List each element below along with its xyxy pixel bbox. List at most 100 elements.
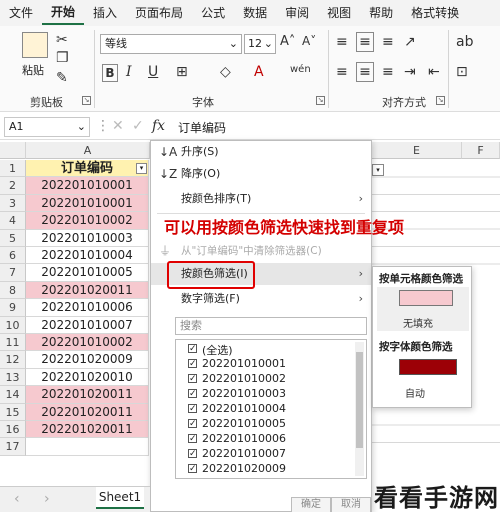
scrollbar-thumb[interactable] [356,352,363,448]
table-cell[interactable]: 202201020010 [26,368,149,387]
checkbox-checked-icon[interactable]: ✓ [188,419,197,429]
italic-icon[interactable]: I [126,64,132,80]
checklist-item-label[interactable]: 202201010005 [202,417,286,430]
align-launcher-icon[interactable]: ↘ [436,96,445,105]
sheet-tab-sheet1[interactable]: Sheet1 [96,487,144,509]
menu-data[interactable]: 数据 [234,0,276,26]
font-launcher-icon[interactable]: ↘ [316,96,325,105]
menu-file[interactable]: 文件 [0,0,42,26]
copy-icon[interactable]: ❐ [56,50,69,66]
table-cell[interactable] [26,438,149,456]
phonetic-icon[interactable]: wén [290,64,311,75]
outdent-icon[interactable]: ⇤ [428,64,440,80]
checkbox-checked-icon[interactable]: ✓ [188,404,197,414]
font-name-select[interactable]: 等线 ⌄ [100,34,242,54]
checkbox-checked-icon[interactable]: ✓ [188,389,197,399]
column-header-f[interactable]: F [462,142,500,159]
checkbox-checked-icon[interactable]: ✓ [188,374,197,384]
row-header[interactable]: 14 [0,386,26,404]
align-bottom-icon[interactable]: ≡ [382,34,394,50]
table-cell[interactable]: 202201020011 [26,421,149,439]
checklist-item-label[interactable]: 202201010007 [202,447,286,460]
format-painter-icon[interactable]: ✎ [56,70,68,86]
cell-color-swatch[interactable] [399,290,453,306]
sort-by-color-item[interactable]: 按颜色排序(T) › [151,188,371,210]
row-header[interactable]: 13 [0,368,26,387]
row-header[interactable]: 12 [0,351,26,369]
row-header[interactable]: 4 [0,212,26,230]
checklist-item-label[interactable]: 202201020009 [202,462,286,475]
checkbox-checked-icon[interactable]: ✓ [188,359,197,369]
checkbox-checked-icon[interactable]: ✓ [188,344,197,354]
row-header[interactable]: 8 [0,281,26,300]
cancel-icon[interactable]: ✕ [112,118,124,134]
indent-icon[interactable]: ⇥ [404,64,416,80]
table-cell[interactable]: 202201020009 [26,351,149,369]
font-size-select[interactable]: 12 ⌄ [244,34,276,54]
wrap-text-icon[interactable]: ab [456,34,473,50]
table-cell[interactable]: 202201010004 [26,247,149,265]
sort-descending-item[interactable]: ↓Z 降序(O) [151,163,371,185]
bold-icon[interactable]: B [102,64,118,82]
cut-icon[interactable]: ✂ [56,32,68,48]
checkbox-checked-icon[interactable]: ✓ [188,464,197,474]
border-icon[interactable]: ⊞ [176,64,188,80]
filter-dropdown-icon[interactable]: ▾ [372,164,384,176]
menu-review[interactable]: 审阅 [276,0,318,26]
row-header[interactable]: 7 [0,264,26,282]
column-header-e[interactable]: E [372,142,462,159]
align-left-icon[interactable]: ≡ [336,64,348,80]
menu-home[interactable]: 开始 [42,1,85,25]
filter-dropdown-icon[interactable]: ▾ [136,163,147,174]
table-cell[interactable]: 202201010005 [26,264,149,282]
orientation-icon[interactable]: ↗ [404,34,416,50]
table-cell[interactable]: 202201010002 [26,212,149,230]
header-cell[interactable]: 订单编码 [26,160,149,178]
row-header[interactable]: 16 [0,421,26,439]
checklist-item-label[interactable]: 202201010004 [202,402,286,415]
sort-ascending-item[interactable]: ↓A 升序(S) [151,141,371,163]
table-cell[interactable]: 202201020011 [26,386,149,404]
row-header[interactable]: 5 [0,229,26,247]
row-header[interactable]: 2 [0,177,26,195]
align-center-icon[interactable]: ≡ [356,62,374,82]
table-cell[interactable]: 202201010003 [26,229,149,247]
column-header-a[interactable]: A [26,142,150,159]
underline-icon[interactable]: U [148,64,158,80]
table-cell[interactable]: 202201010002 [26,334,149,352]
prev-sheet-icon[interactable]: ‹ [14,491,20,507]
paste-icon[interactable] [22,32,48,58]
clipboard-launcher-icon[interactable]: ↘ [82,96,91,105]
row-header[interactable]: 15 [0,403,26,421]
menu-insert[interactable]: 插入 [84,0,126,26]
menu-format-convert[interactable]: 格式转换 [402,0,468,26]
font-color-swatch[interactable] [399,359,457,375]
clear-filter-item[interactable]: ⏚ 从"订单编码"中清除筛选器(C) [151,240,371,262]
scrollbar[interactable] [355,342,364,476]
menu-view[interactable]: 视图 [318,0,360,26]
number-filter-item[interactable]: 数字筛选(F) › [151,288,371,310]
fx-icon[interactable]: fx [152,118,165,134]
ok-button[interactable]: 确定 [291,497,331,512]
cancel-button[interactable]: 取消 [331,497,371,512]
table-cell[interactable]: 202201020011 [26,281,149,300]
table-cell[interactable]: 202201010007 [26,316,149,334]
next-sheet-icon[interactable]: › [44,491,50,507]
align-top-icon[interactable]: ≡ [336,34,348,50]
no-fill-label[interactable]: 无填充 [403,315,433,330]
select-all-corner[interactable] [0,142,26,159]
menu-page-layout[interactable]: 页面布局 [126,0,192,26]
fill-color-icon[interactable]: ◇ [220,64,231,80]
name-box[interactable]: A1 ⌄ [4,117,90,137]
align-right-icon[interactable]: ≡ [382,64,394,80]
checkbox-checked-icon[interactable]: ✓ [188,449,197,459]
checklist-item-label[interactable]: 202201010003 [202,387,286,400]
row-header[interactable]: 6 [0,247,26,265]
font-shrink-icon[interactable]: A˅ [302,34,316,48]
row-header[interactable]: 17 [0,438,26,456]
menu-help[interactable]: 帮助 [360,0,402,26]
table-cell[interactable]: 202201020011 [26,403,149,421]
menu-formulas[interactable]: 公式 [192,0,234,26]
checkbox-checked-icon[interactable]: ✓ [188,434,197,444]
row-header[interactable]: 10 [0,316,26,334]
